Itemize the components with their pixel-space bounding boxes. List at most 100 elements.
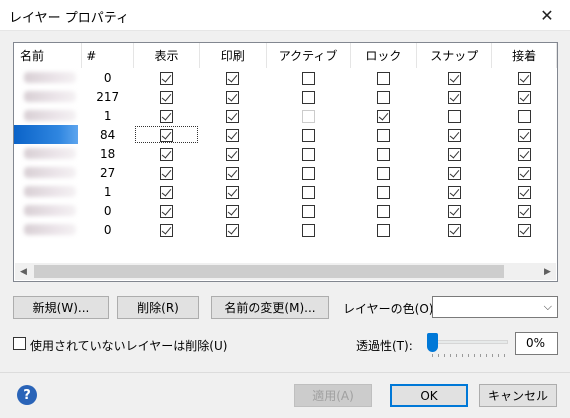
column-header-glue[interactable]: 接着	[491, 43, 557, 68]
glue-checkbox[interactable]	[517, 128, 531, 142]
print-checkbox[interactable]	[226, 147, 240, 161]
snap-checkbox[interactable]	[447, 223, 461, 237]
snap-checkbox[interactable]	[447, 109, 461, 123]
visible-checkbox[interactable]	[159, 185, 173, 199]
transparency-slider-thumb[interactable]	[427, 333, 438, 352]
snap-checkbox[interactable]	[447, 71, 461, 85]
print-checkbox[interactable]	[226, 185, 240, 199]
scroll-right-icon[interactable]: ▶	[539, 263, 556, 280]
lock-checkbox[interactable]	[376, 109, 390, 123]
glue-checkbox[interactable]	[517, 71, 531, 85]
lock-checkbox[interactable]	[376, 185, 390, 199]
active-checkbox[interactable]	[301, 223, 315, 237]
column-header-snap[interactable]: スナップ	[416, 43, 493, 68]
glue-checkbox[interactable]	[517, 147, 531, 161]
visible-checkbox[interactable]	[159, 223, 173, 237]
layer-name-cell[interactable]	[14, 125, 82, 144]
active-checkbox[interactable]	[301, 166, 315, 180]
table-row[interactable]: 18	[14, 144, 557, 163]
remove-unused-label[interactable]: 使用されていないレイヤーは削除(U)	[30, 337, 227, 354]
column-header-lock[interactable]: ロック	[350, 43, 418, 68]
layer-name-cell[interactable]	[14, 163, 82, 182]
print-checkbox[interactable]	[226, 109, 240, 123]
layer-name-cell[interactable]	[14, 144, 82, 163]
transparency-input[interactable]: 0%	[515, 332, 558, 355]
print-checkbox[interactable]	[226, 223, 240, 237]
visible-checkbox[interactable]	[159, 204, 173, 218]
layer-color-select[interactable]: ⌵	[432, 296, 558, 318]
print-checkbox[interactable]	[226, 71, 240, 85]
glue-checkbox[interactable]	[517, 223, 531, 237]
print-checkbox[interactable]	[226, 128, 240, 142]
layer-name-cell[interactable]	[14, 182, 82, 201]
visible-checkbox[interactable]	[159, 90, 173, 104]
active-checkbox[interactable]	[301, 71, 315, 85]
snap-checkbox[interactable]	[447, 204, 461, 218]
column-header-count[interactable]: #	[81, 43, 135, 68]
lock-checkbox[interactable]	[376, 128, 390, 142]
lock-checkbox[interactable]	[376, 166, 390, 180]
snap-checkbox[interactable]	[447, 128, 461, 142]
snap-checkbox[interactable]	[447, 166, 461, 180]
ok-button[interactable]: OK	[390, 384, 468, 407]
table-row[interactable]: 0	[14, 220, 557, 239]
glue-checkbox[interactable]	[517, 204, 531, 218]
layer-name-cell[interactable]	[14, 87, 82, 106]
visible-checkbox[interactable]	[159, 128, 173, 142]
column-header-active[interactable]: アクティブ	[266, 43, 351, 68]
lock-checkbox[interactable]	[376, 204, 390, 218]
transparency-slider-track[interactable]	[430, 340, 508, 344]
active-checkbox[interactable]	[301, 90, 315, 104]
column-header-print[interactable]: 印刷	[199, 43, 267, 68]
column-header-name[interactable]: 名前	[14, 43, 83, 68]
visible-checkbox[interactable]	[159, 166, 173, 180]
apply-button[interactable]: 適用(A)	[294, 384, 372, 407]
glue-checkbox[interactable]	[517, 109, 531, 123]
table-row[interactable]: 1	[14, 106, 557, 125]
table-row[interactable]: 27	[14, 163, 557, 182]
scroll-thumb[interactable]	[34, 265, 504, 278]
lock-checkbox[interactable]	[376, 147, 390, 161]
layer-name-cell[interactable]	[14, 68, 82, 87]
layer-table[interactable]: 名前 # 表示 印刷 アクティブ ロック スナップ 接着 0 217 1 84 18 27 1 0 0 ◀ ▶	[13, 42, 558, 282]
rename-button[interactable]: 名前の変更(M)...	[211, 296, 329, 319]
remove-unused-checkbox[interactable]	[13, 337, 26, 350]
visible-checkbox[interactable]	[159, 71, 173, 85]
layer-name-cell[interactable]	[14, 201, 82, 220]
active-checkbox[interactable]	[301, 147, 315, 161]
horizontal-scrollbar[interactable]: ◀ ▶	[15, 263, 556, 280]
table-row[interactable]: 1	[14, 182, 557, 201]
lock-checkbox[interactable]	[376, 223, 390, 237]
help-icon[interactable]: ?	[17, 385, 37, 405]
table-row[interactable]: 0	[14, 68, 557, 87]
table-row[interactable]: 217	[14, 87, 557, 106]
delete-button[interactable]: 削除(R)	[117, 296, 199, 319]
layer-name-cell[interactable]	[14, 220, 82, 239]
lock-checkbox[interactable]	[376, 90, 390, 104]
cancel-button[interactable]: キャンセル	[479, 384, 557, 407]
glue-checkbox[interactable]	[517, 185, 531, 199]
active-checkbox[interactable]	[301, 185, 315, 199]
table-row[interactable]: 0	[14, 201, 557, 220]
lock-checkbox[interactable]	[376, 71, 390, 85]
snap-checkbox[interactable]	[447, 90, 461, 104]
active-checkbox[interactable]	[301, 128, 315, 142]
table-row[interactable]: 84	[14, 125, 557, 144]
close-icon[interactable]: ✕	[524, 0, 570, 31]
print-checkbox[interactable]	[226, 204, 240, 218]
visible-checkbox[interactable]	[159, 147, 173, 161]
active-checkbox[interactable]	[301, 204, 315, 218]
scroll-left-icon[interactable]: ◀	[15, 263, 32, 280]
glue-checkbox[interactable]	[517, 90, 531, 104]
column-header-visible[interactable]: 表示	[133, 43, 200, 68]
glue-checkbox[interactable]	[517, 166, 531, 180]
layer-name-cell[interactable]	[14, 106, 82, 125]
print-checkbox[interactable]	[226, 90, 240, 104]
glue-cell	[492, 87, 557, 106]
active-checkbox[interactable]	[301, 109, 315, 123]
visible-checkbox[interactable]	[159, 109, 173, 123]
snap-checkbox[interactable]	[447, 147, 461, 161]
snap-checkbox[interactable]	[447, 185, 461, 199]
print-checkbox[interactable]	[226, 166, 240, 180]
new-button[interactable]: 新規(W)...	[13, 296, 109, 319]
